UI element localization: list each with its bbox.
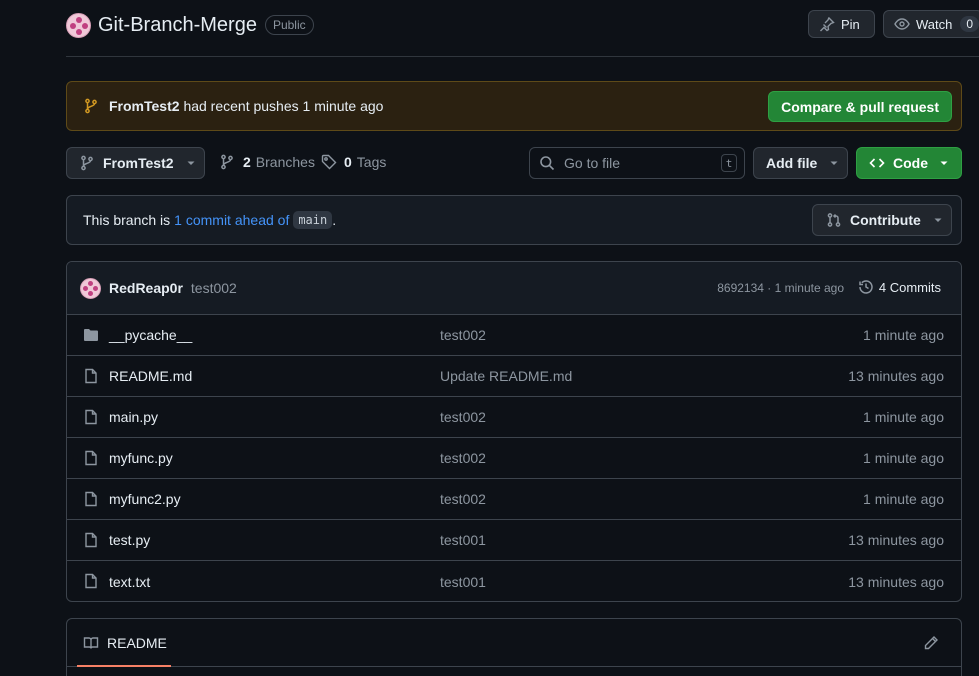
branch-status-box: This branch is 1 commit ahead of main . … [66,195,962,245]
file-commit-message[interactable]: test001 [440,532,486,548]
file-commit-message[interactable]: test002 [440,450,486,466]
banner-branch[interactable]: FromTest2 [109,98,180,114]
go-to-file-search[interactable]: Go to file t [529,147,745,179]
code-label: Code [893,155,928,171]
readme-header: README [67,619,961,667]
commit-author[interactable]: RedReap0r [109,280,183,296]
compare-pull-request-button[interactable]: Compare & pull request [768,91,952,122]
banner-text: FromTest2 had recent pushes 1 minute ago [109,98,383,114]
file-icon [83,450,99,466]
history-icon [858,279,874,295]
file-commit-message[interactable]: test001 [440,574,486,590]
chevron-down-icon [186,158,196,168]
file-icon [83,409,99,425]
file-commit-message[interactable]: test002 [440,491,486,507]
file-row[interactable]: test.py test001 13 minutes ago [67,520,961,561]
file-updated-time: 1 minute ago [863,409,944,425]
file-row[interactable]: README.md Update README.md 13 minutes ag… [67,356,961,397]
pin-label: Pin [841,16,860,32]
file-icon [83,368,99,384]
file-commit-message[interactable]: Update README.md [440,368,572,384]
code-icon [869,155,885,171]
branch-icon [219,154,235,170]
folder-icon [83,327,99,343]
branches-count: 2 [243,154,251,170]
branch-status-suffix: . [332,212,337,228]
pull-request-icon [826,212,842,228]
recent-push-banner: FromTest2 had recent pushes 1 minute ago… [66,81,962,131]
commit-message[interactable]: test002 [191,280,237,296]
search-shortcut-key: t [721,154,737,172]
pencil-icon[interactable] [923,635,939,651]
branch-selector[interactable]: FromTest2 [66,147,205,179]
contribute-button[interactable]: Contribute [812,204,952,236]
file-updated-time: 1 minute ago [863,491,944,507]
branch-icon [79,155,95,171]
add-file-label: Add file [766,155,818,171]
file-name[interactable]: myfunc.py [109,450,173,466]
search-placeholder: Go to file [564,155,621,171]
branch-status-prefix: This branch is [83,212,171,228]
file-updated-time: 1 minute ago [863,327,944,343]
file-icon [83,573,99,589]
file-row[interactable]: text.txt test001 13 minutes ago [67,561,961,601]
readme-panel: README [66,618,962,676]
file-row[interactable]: main.py test002 1 minute ago [67,397,961,438]
file-updated-time: 13 minutes ago [848,573,944,590]
pin-icon [819,16,835,32]
watch-button[interactable]: Watch 0 [883,10,979,38]
tag-icon [321,154,337,170]
file-updated-time: 13 minutes ago [848,532,944,548]
commits-ahead-link[interactable]: 1 commit ahead of [174,212,289,228]
file-name[interactable]: text.txt [109,574,150,590]
readme-tab[interactable]: README [107,635,167,651]
current-branch-label: FromTest2 [103,155,174,171]
watch-count: 0 [960,16,979,32]
chevron-down-icon [939,158,949,168]
branches-link[interactable]: 2 Branches [219,154,315,170]
watch-label: Watch [916,16,953,32]
file-updated-time: 1 minute ago [863,450,944,466]
tags-count: 0 [344,154,352,170]
banner-message: had recent pushes 1 minute ago [183,98,384,114]
branch-icon [83,98,99,114]
file-commit-message[interactable]: test002 [440,327,486,343]
file-name[interactable]: README.md [109,368,192,384]
commit-hash-time[interactable]: 8692134 · 1 minute ago [717,281,844,295]
commits-history-link[interactable]: 4 Commits [858,279,941,295]
file-commit-message[interactable]: test002 [440,409,486,425]
code-button[interactable]: Code [856,147,962,179]
repo-title[interactable]: Git-Branch-Merge [98,14,257,37]
commits-label: 4 Commits [878,279,941,295]
pin-button[interactable]: Pin [808,10,875,38]
eye-icon [894,16,910,32]
search-icon [539,155,555,171]
file-name[interactable]: __pycache__ [109,327,192,343]
contribute-label: Contribute [850,212,921,228]
readme-tab-underline [77,665,171,667]
tags-label: Tags [356,154,387,170]
visibility-badge: Public [264,15,314,35]
author-avatar[interactable] [80,277,101,299]
file-icon [83,532,99,548]
file-list: RedReap0r test002 8692134 · 1 minute ago… [66,261,962,602]
file-row[interactable]: myfunc.py test002 1 minute ago [67,438,961,479]
file-row[interactable]: myfunc2.py test002 1 minute ago [67,479,961,520]
latest-commit-bar: RedReap0r test002 8692134 · 1 minute ago… [67,262,961,315]
file-updated-time: 13 minutes ago [848,368,944,384]
file-name[interactable]: main.py [109,409,158,425]
tags-link[interactable]: 0 Tags [321,154,386,170]
chevron-down-icon [829,158,839,168]
file-icon [83,491,99,507]
base-branch-chip[interactable]: main [293,211,333,229]
file-row[interactable]: __pycache__ test002 1 minute ago [67,315,961,356]
chevron-down-icon [933,215,943,225]
branches-label: Branches [255,154,315,170]
owner-avatar[interactable] [66,12,91,38]
book-icon [83,635,99,651]
file-name[interactable]: myfunc2.py [109,491,181,507]
header-divider [66,56,979,57]
add-file-button[interactable]: Add file [753,147,848,179]
file-name[interactable]: test.py [109,532,150,548]
